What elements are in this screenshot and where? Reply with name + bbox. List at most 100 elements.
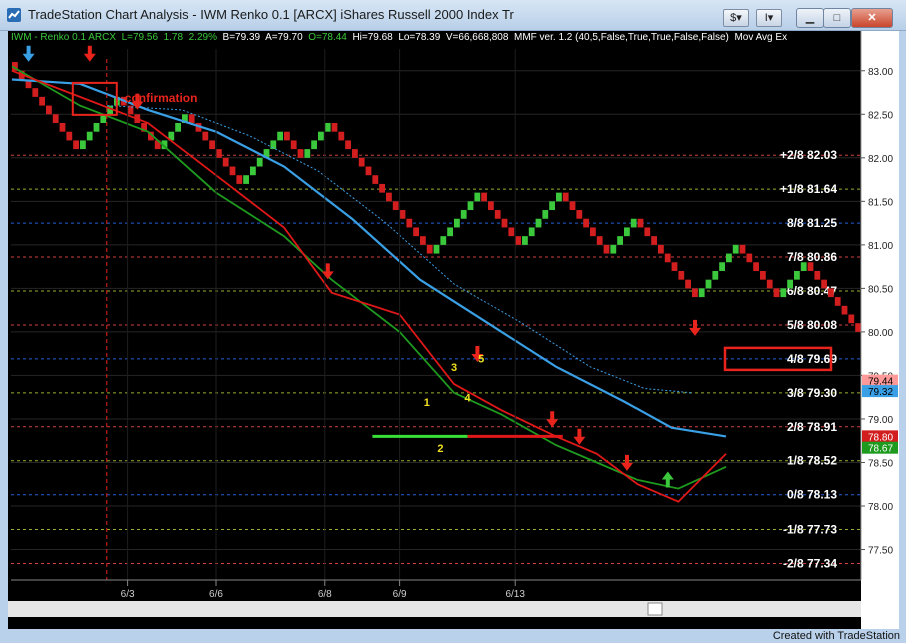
maximize-icon: □ [833, 12, 841, 24]
renko-brick [413, 227, 419, 237]
chart-area[interactable]: +2/8 82.03 +1/8 81.64 8/8 81.25 7/8 80.86 6/… [8, 31, 906, 629]
price-axis-label: 77.50 [868, 546, 893, 557]
renko-brick [583, 218, 589, 228]
renko-brick [460, 210, 467, 219]
renko-brick [501, 218, 508, 228]
pct-change: 2.29% [188, 32, 217, 43]
renko-brick [80, 140, 86, 150]
renko-brick [719, 262, 725, 271]
renko-brick [780, 288, 787, 298]
renko-brick [800, 262, 807, 271]
renko-brick [794, 270, 800, 280]
renko-chart[interactable]: +2/8 82.03 +1/8 81.64 8/8 81.25 7/8 80.86 6/… [8, 31, 906, 629]
renko-brick [753, 262, 759, 271]
renko-brick [243, 175, 249, 184]
price-axis-label: 79.00 [868, 415, 893, 426]
renko-brick [406, 218, 413, 228]
renko-brick [447, 227, 453, 237]
renko-brick [93, 122, 100, 132]
renko-brick [834, 297, 841, 306]
wave-count-label: 1 [424, 397, 430, 409]
renko-brick [284, 131, 290, 141]
renko-brick [46, 105, 52, 115]
insert-dropdown-button[interactable]: I▾ [756, 9, 782, 27]
footer-credit: Created with TradeStation [772, 630, 900, 642]
renko-brick [522, 236, 528, 245]
renko-brick [787, 279, 793, 289]
price-axis-label: 78.50 [868, 458, 893, 469]
renko-brick [658, 244, 664, 254]
chevron-down-icon: ▾ [736, 12, 742, 24]
scrollbar-thumb[interactable] [647, 602, 663, 616]
renko-brick [508, 227, 515, 237]
renko-brick [828, 288, 834, 298]
renko-brick [807, 262, 814, 271]
renko-brick [671, 262, 678, 271]
renko-brick [821, 279, 827, 289]
window-title: TradeStation Chart Analysis - IWM Renko … [28, 7, 514, 22]
renko-brick [556, 192, 562, 202]
renko-brick [535, 218, 542, 228]
minimize-button[interactable]: ▁ [796, 8, 824, 28]
tradestation-logo-icon [7, 8, 21, 22]
renko-brick [32, 88, 39, 97]
renko-brick [331, 122, 338, 132]
renko-brick [474, 192, 481, 202]
renko-brick [726, 253, 732, 263]
time-tick-label: 6/9 [393, 589, 407, 600]
renko-brick [236, 175, 243, 184]
price-axis-label: 83.00 [868, 67, 893, 78]
renko-brick [542, 210, 549, 219]
bid-price: B=79.39 [222, 32, 261, 43]
renko-brick [345, 140, 351, 150]
time-tick-label: 6/13 [505, 589, 525, 600]
price-axis-label: 80.00 [868, 328, 893, 339]
renko-brick [52, 114, 59, 123]
symbol-info-bar: IWM - Renko 0.1 ARCX L=79.56 1.78 2.29% … [11, 32, 787, 43]
renko-brick [603, 244, 610, 254]
renko-brick [692, 288, 698, 298]
time-tick-label: 6/8 [318, 589, 332, 600]
renko-brick [528, 227, 535, 237]
dollar-dropdown-button[interactable]: $▾ [723, 9, 749, 27]
symbol-label: IWM - Renko 0.1 ARCX [11, 32, 117, 43]
renko-brick [379, 183, 385, 193]
renko-brick [596, 236, 603, 245]
time-tick-label: 6/3 [121, 589, 135, 600]
renko-brick [386, 192, 392, 202]
last-price-marker-label: 78.67 [868, 444, 893, 455]
renko-brick [311, 140, 317, 150]
study-label: MMF ver. 1.2 (40,5,False,True,True,False… [514, 32, 729, 43]
renko-brick [814, 270, 821, 280]
horizontal-scrollbar [8, 601, 861, 617]
renko-brick [637, 218, 644, 228]
renko-brick [229, 166, 236, 176]
murrey-level-label: 0/8 78.13 [787, 488, 837, 502]
renko-brick [188, 114, 195, 123]
renko-brick [841, 305, 848, 315]
murrey-level-label: 3/8 79.30 [787, 386, 837, 400]
renko-brick [651, 236, 657, 245]
renko-brick [630, 218, 637, 228]
renko-brick [318, 131, 324, 141]
close-button[interactable]: ✕ [851, 8, 893, 28]
renko-brick [209, 140, 215, 150]
ask-price: A=79.70 [265, 32, 303, 43]
chevron-down-icon: ▾ [767, 12, 774, 24]
maximize-button[interactable]: □ [823, 8, 851, 28]
minimize-icon: ▁ [805, 12, 815, 24]
murrey-level-label: 8/8 81.25 [787, 216, 837, 230]
renko-brick [732, 244, 739, 254]
renko-brick [399, 210, 406, 219]
renko-brick [664, 253, 671, 263]
renko-brick [175, 122, 181, 132]
renko-brick [433, 244, 440, 254]
renko-brick [773, 288, 780, 298]
renko-brick [644, 227, 651, 237]
murrey-level-label: +1/8 81.64 [780, 182, 837, 196]
renko-brick [324, 122, 331, 132]
title-bar[interactable]: TradeStation Chart Analysis - IWM Renko … [0, 0, 906, 31]
renko-brick [590, 227, 596, 237]
renko-brick [569, 201, 576, 211]
renko-brick [358, 157, 365, 167]
